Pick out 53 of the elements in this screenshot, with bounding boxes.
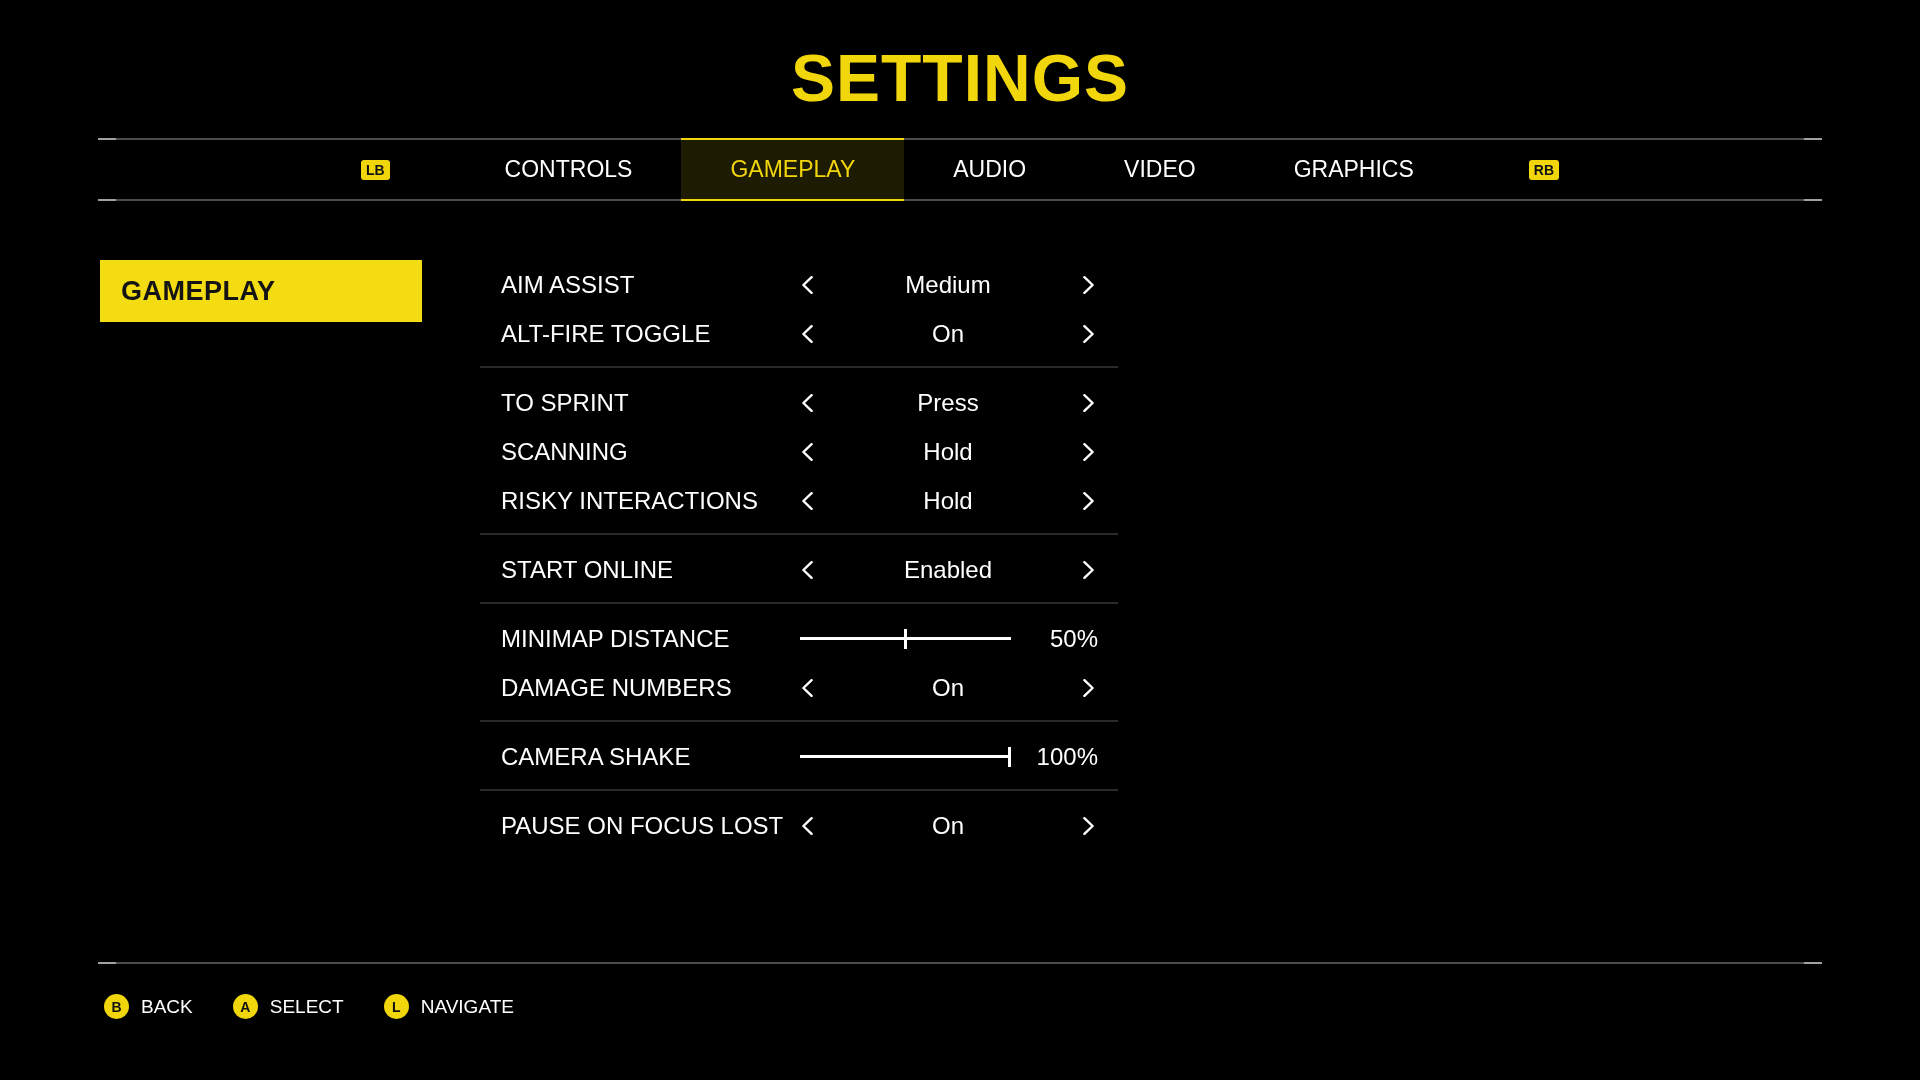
slider-thumb[interactable]	[904, 628, 907, 649]
setting-label: TO SPRINT	[501, 388, 630, 417]
button-prompt-badge: A	[232, 994, 258, 1019]
tab[interactable]: VIDEO	[1075, 138, 1245, 201]
chevron-left-icon[interactable]	[802, 393, 813, 412]
chevron-left-icon[interactable]	[802, 816, 813, 835]
setting-label: MINIMAP DISTANCE	[501, 624, 731, 653]
setting-label: PAUSE ON FOCUS LOST	[501, 811, 785, 840]
setting-label: SCANNING	[501, 437, 629, 466]
slider-thumb[interactable]	[1008, 746, 1011, 767]
option-value: Hold	[922, 437, 974, 466]
chevron-left-icon[interactable]	[802, 442, 813, 461]
setting-label: RISKY INTERACTIONS	[501, 486, 759, 515]
tab[interactable]: GAMEPLAY	[681, 138, 905, 201]
chevron-right-icon[interactable]	[1083, 491, 1094, 510]
tab[interactable]: CONTROLS	[455, 138, 682, 201]
chevron-left-icon[interactable]	[802, 275, 813, 294]
tab[interactable]: GRAPHICS	[1244, 138, 1463, 201]
chevron-right-icon[interactable]	[1083, 560, 1094, 579]
button-prompt-badge: L	[383, 994, 409, 1019]
chevron-left-icon[interactable]	[802, 324, 813, 343]
chevron-left-icon[interactable]	[802, 491, 813, 510]
tab[interactable]: AUDIO	[904, 138, 1076, 201]
page-title: SETTINGS	[790, 45, 1129, 111]
slider-value: 100%	[1035, 742, 1098, 771]
sidebar-item[interactable]: GAMEPLAY	[100, 260, 422, 322]
button-prompt-badge: B	[104, 994, 129, 1019]
bumper-prompt-badge: RB	[1528, 159, 1560, 180]
option-value: On	[931, 673, 965, 702]
chevron-right-icon[interactable]	[1083, 275, 1094, 294]
setting-label: DAMAGE NUMBERS	[501, 673, 733, 702]
slider-value: 50%	[1048, 624, 1098, 653]
setting-label: START ONLINE	[501, 555, 675, 584]
chevron-right-icon[interactable]	[1083, 442, 1094, 461]
setting-label: ALT-FIRE TOGGLE	[501, 319, 712, 348]
prompt-label: BACK	[141, 995, 193, 1018]
chevron-left-icon[interactable]	[802, 678, 813, 697]
option-value: Medium	[904, 270, 992, 299]
option-value: Enabled	[902, 555, 994, 584]
chevron-right-icon[interactable]	[1083, 816, 1094, 835]
chevron-right-icon[interactable]	[1083, 678, 1094, 697]
chevron-left-icon[interactable]	[802, 560, 813, 579]
bumper-prompt-badge: LB	[360, 159, 390, 180]
setting-label: AIM ASSIST	[501, 270, 636, 299]
chevron-right-icon[interactable]	[1083, 324, 1094, 343]
option-value: Hold	[922, 486, 974, 515]
prompt-label: SELECT	[269, 995, 344, 1018]
option-value: On	[931, 811, 965, 840]
setting-label: CAMERA SHAKE	[501, 742, 692, 771]
chevron-right-icon[interactable]	[1083, 393, 1094, 412]
option-value: Press	[916, 388, 980, 417]
option-value: On	[931, 319, 965, 348]
prompt-label: NAVIGATE	[420, 995, 514, 1018]
